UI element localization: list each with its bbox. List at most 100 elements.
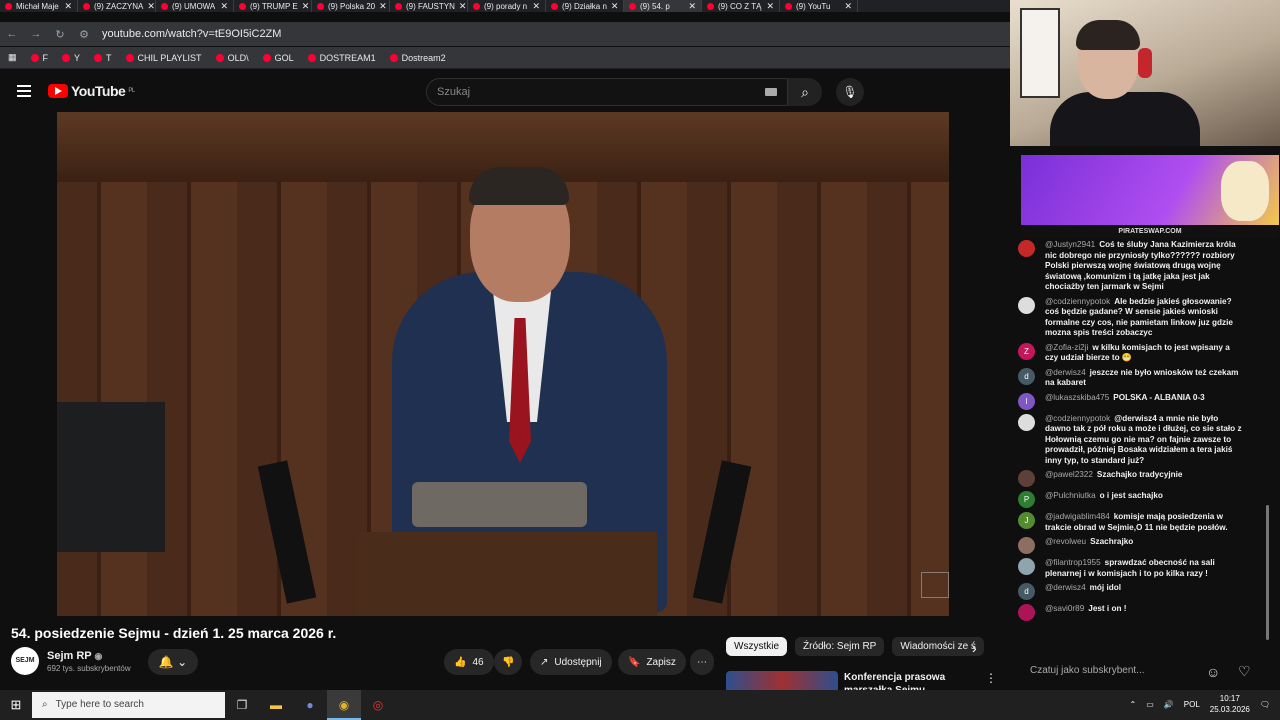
browser-tab[interactable]: (9) CO Z TĄ ✕ [702, 0, 780, 12]
file-explorer-icon[interactable]: ▬ [259, 690, 293, 720]
bookmark-item[interactable]: F [30, 53, 48, 63]
dislike-button[interactable]: 👎 [494, 649, 523, 675]
browser-tab[interactable]: (9) UMOWA ✕ [156, 0, 234, 12]
chat-avatar[interactable]: d [1018, 367, 1035, 385]
chevron-right-icon[interactable]: › [972, 640, 977, 656]
notifications-icon[interactable]: 🗨 [1260, 700, 1270, 709]
close-tab-icon[interactable]: ✕ [220, 1, 228, 12]
browser-tab[interactable]: (9) TRUMP E ✕ [234, 0, 312, 12]
chat-avatar[interactable]: P [1018, 491, 1035, 508]
filter-chip[interactable]: Wiadomości ze ś [892, 637, 984, 656]
windows-start-icon[interactable]: ⊞ [0, 697, 32, 713]
voice-search-button[interactable]: 🎙 [836, 78, 864, 106]
chat-author[interactable]: @Pulchniutka [1045, 491, 1096, 500]
hamburger-menu-icon[interactable] [17, 85, 31, 100]
browser-tab[interactable]: (9) FAUSTYN ✕ [390, 0, 468, 12]
channel-avatar[interactable]: SEJM [11, 647, 39, 675]
volume-icon[interactable]: 🔊 [1164, 700, 1174, 709]
save-button[interactable]: 🔖 Zapisz [618, 649, 686, 675]
browser-tab[interactable]: (9) Działka n ✕ [546, 0, 624, 12]
recommended-more-icon[interactable]: ⋮ [985, 671, 997, 685]
bookmark-item[interactable]: DOSTREAM1 [307, 53, 376, 63]
recommended-title[interactable]: Konferencja prasowa marszałka Sejmu Włod… [844, 671, 984, 691]
channel-info[interactable]: SEJM Sejm RP ◉ 692 tys. subskrybentów [11, 647, 131, 675]
browser-tab[interactable]: (9) YouTu ✕ [780, 0, 858, 12]
browser-tab[interactable]: (9) 54. p ✕ [624, 0, 702, 12]
chat-avatar[interactable]: l [1018, 392, 1035, 410]
chat-author[interactable]: @codziennypotok [1045, 414, 1110, 423]
chat-author[interactable]: @filantrop1955 [1045, 558, 1101, 567]
search-input[interactable]: Szukaj [426, 78, 788, 106]
emoji-icon[interactable]: ☺ [1206, 664, 1220, 680]
chat-avatar[interactable] [1018, 558, 1035, 575]
chat-input[interactable]: Czatuj jako subskrybent... [1021, 660, 1221, 682]
chat-avatar[interactable] [1018, 537, 1035, 554]
bookmark-item[interactable]: T [94, 53, 112, 63]
site-info-icon[interactable]: ⚙ [72, 28, 96, 41]
chat-author[interactable]: @pawel2322 [1045, 470, 1093, 479]
close-tab-icon[interactable]: ✕ [611, 1, 619, 12]
chat-avatar[interactable] [1018, 470, 1035, 487]
chat-avatar[interactable]: d [1018, 583, 1035, 600]
clock[interactable]: 10:17 25.03.2026 [1210, 693, 1250, 715]
ad-banner[interactable] [1021, 155, 1279, 225]
chat-avatar[interactable]: Z [1018, 342, 1035, 360]
bookmark-item[interactable]: GOL [262, 53, 294, 63]
like-button[interactable]: 👍 46 [444, 649, 494, 675]
chat-author[interactable]: @codziennypotok [1045, 297, 1110, 306]
browser-tab[interactable]: (9) porady n ✕ [468, 0, 546, 12]
chat-avatar[interactable]: J [1018, 512, 1035, 529]
discord-icon[interactable]: ● [293, 690, 327, 720]
share-button[interactable]: ↗ Udostępnij [530, 649, 612, 675]
channel-watermark[interactable] [921, 572, 949, 598]
language-indicator[interactable]: POL [1184, 700, 1200, 709]
close-tab-icon[interactable]: ✕ [766, 1, 774, 12]
chat-author[interactable]: @derwisz4 [1045, 368, 1086, 377]
channel-name[interactable]: Sejm RP [47, 650, 91, 662]
video-player[interactable] [57, 112, 949, 616]
close-tab-icon[interactable]: ✕ [302, 1, 310, 12]
close-tab-icon[interactable]: ✕ [459, 1, 467, 12]
close-tab-icon[interactable]: ✕ [379, 1, 387, 12]
heart-icon[interactable]: ♡ [1238, 663, 1251, 680]
tray-chevron-icon[interactable]: ⌃ [1130, 700, 1137, 709]
chat-author[interactable]: @jadwigablim484 [1045, 512, 1110, 521]
bookmark-item[interactable]: OLD\ [215, 53, 249, 63]
close-tab-icon[interactable]: ✕ [844, 1, 852, 12]
chat-avatar[interactable] [1018, 296, 1035, 314]
browser-tab[interactable]: (9) ZACZYNA ✕ [78, 0, 156, 12]
url-field[interactable]: youtube.com/watch?v=tE9OI5iC2ZM [102, 28, 281, 40]
browser-tab[interactable]: (9) Polska 20 ✕ [312, 0, 390, 12]
notification-bell-button[interactable]: 🔔 ⌄ [148, 649, 198, 675]
chat-scrollbar[interactable] [1266, 505, 1269, 640]
obs-icon[interactable]: ◎ [361, 690, 395, 720]
keyboard-icon[interactable] [765, 88, 777, 96]
youtube-logo[interactable]: YouTube PL [48, 83, 135, 99]
bookmark-item[interactable]: CHIL PLAYLIST [125, 53, 202, 63]
search-button[interactable]: ⌕ [788, 78, 822, 106]
task-view-icon[interactable]: ❐ [225, 690, 259, 720]
more-actions-button[interactable]: ⋯ [690, 649, 714, 675]
browser-tab[interactable]: Michał Maje ✕ [0, 0, 78, 12]
chat-author[interactable]: @savi0r89 [1045, 604, 1084, 613]
chat-author[interactable]: @revolweu [1045, 537, 1086, 546]
reload-icon[interactable]: ↻ [48, 28, 72, 41]
apps-grid-icon[interactable]: ▦ [8, 52, 17, 63]
chat-author[interactable]: @Zofia-zi2ji [1045, 343, 1088, 352]
close-tab-icon[interactable]: ✕ [64, 1, 72, 12]
close-tab-icon[interactable]: ✕ [688, 1, 696, 12]
chat-avatar[interactable] [1018, 240, 1035, 257]
network-icon[interactable]: ▭ [1146, 700, 1154, 709]
chat-author[interactable]: @lukaszskiba475 [1045, 393, 1109, 402]
chat-author[interactable]: @derwisz4 [1045, 583, 1086, 592]
close-tab-icon[interactable]: ✕ [532, 1, 540, 12]
chat-author[interactable]: @Justyn2941 [1045, 240, 1095, 249]
forward-icon[interactable]: → [24, 28, 48, 40]
chat-avatar[interactable] [1018, 604, 1035, 621]
filter-chip[interactable]: Źródło: Sejm RP [795, 637, 885, 656]
bookmark-item[interactable]: Y [62, 53, 80, 63]
taskbar-search[interactable]: ⌕ Type here to search [32, 692, 225, 718]
filter-chip[interactable]: Wszystkie [726, 637, 787, 656]
chrome-icon[interactable]: ◉ [327, 690, 361, 720]
close-tab-icon[interactable]: ✕ [147, 1, 155, 12]
